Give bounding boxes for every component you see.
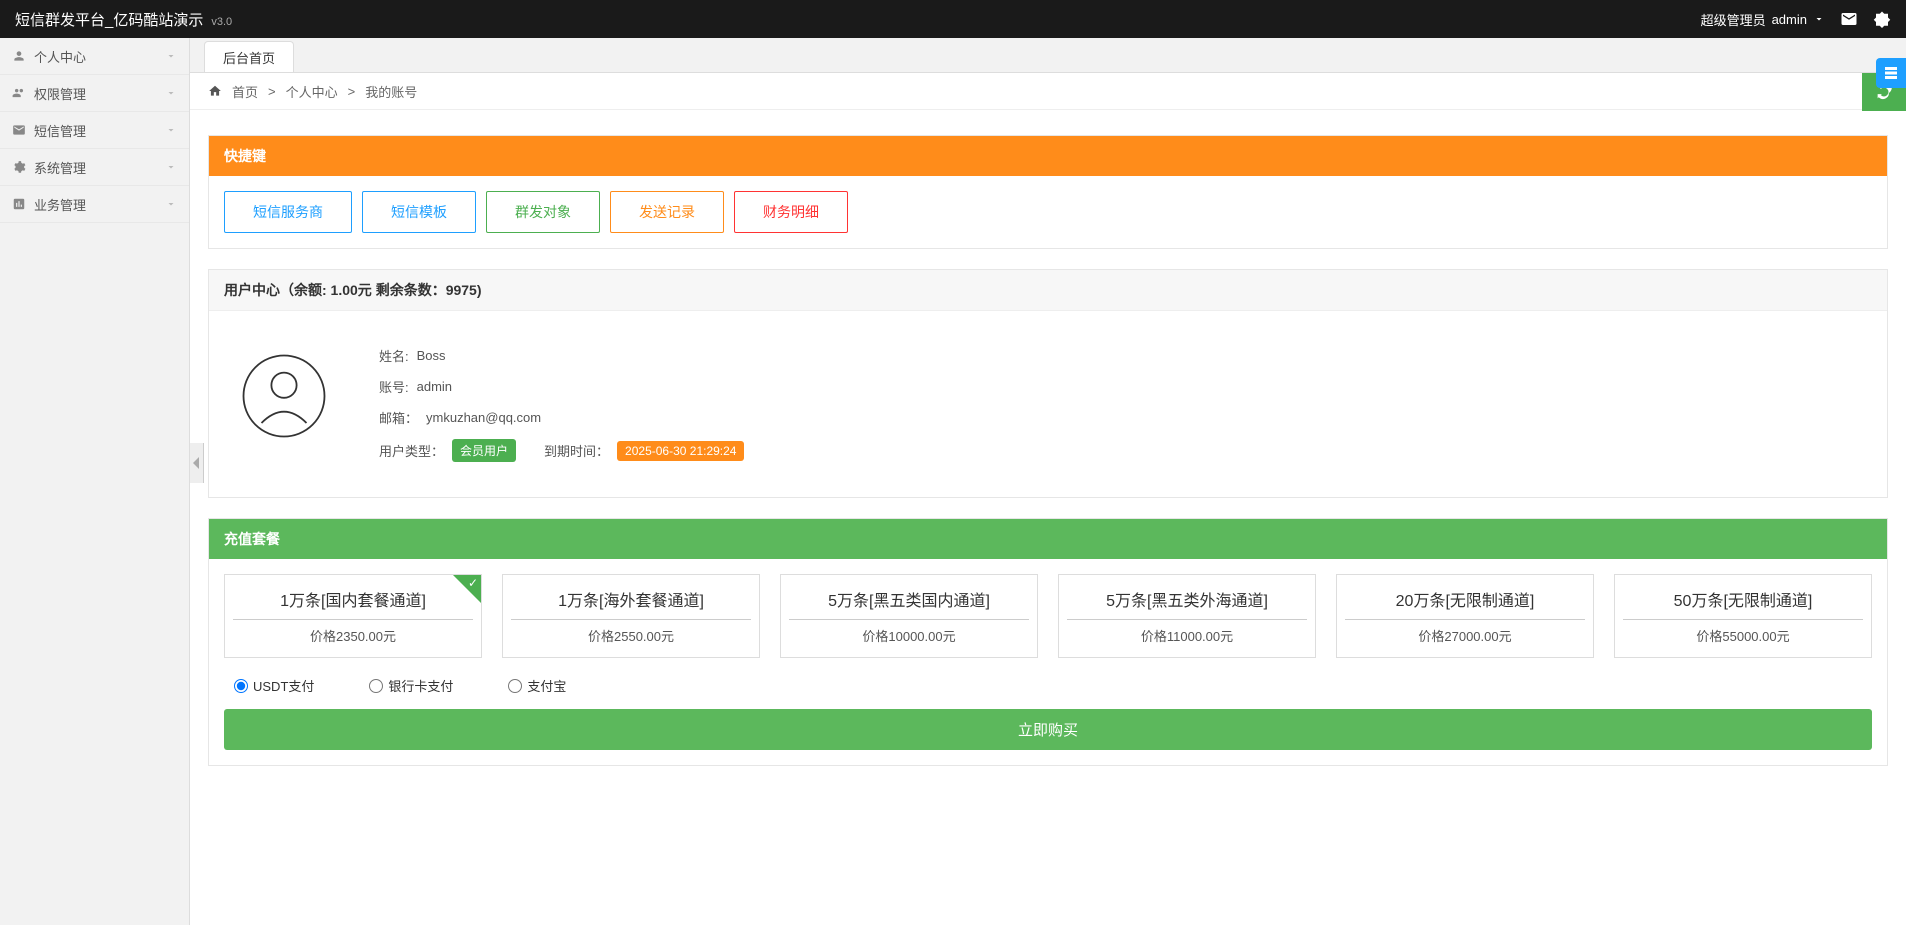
user-panel: 用户中心（余额: 1.00元 剩余条数：9975) 姓名:Boss 账号:adm…	[208, 269, 1888, 498]
pay-method[interactable]: USDT支付	[234, 676, 314, 695]
plan-title: 1万条[国内套餐通道]	[233, 587, 473, 620]
breadcrumb: 首页 > 个人中心 > 我的账号	[190, 72, 1906, 110]
sidebar-item-label: 个人中心	[34, 47, 86, 66]
quick-panel: 快捷键 短信服务商短信模板群发对象发送记录财务明细	[208, 135, 1888, 249]
home-icon	[208, 84, 222, 98]
sidebar-item[interactable]: 系统管理	[0, 149, 189, 186]
plans-panel: 充值套餐 1万条[国内套餐通道] 价格2350.00元 1万条[海外套餐通道] 价格2…	[208, 518, 1888, 766]
user-name-value: Boss	[417, 348, 446, 363]
sidebar-item[interactable]: 短信管理	[0, 112, 189, 149]
sidebar-item-label: 权限管理	[34, 84, 86, 103]
user-panel-title: 用户中心（余额: 1.00元 剩余条数：9975)	[209, 270, 1887, 311]
pay-radio[interactable]	[234, 679, 248, 693]
breadcrumb-home-text[interactable]: 首页	[232, 82, 258, 101]
plan-price: 价格2350.00元	[233, 626, 473, 645]
user-account-value: admin	[417, 379, 452, 394]
plan-title: 5万条[黑五类外海通道]	[1067, 587, 1307, 620]
chevron-down-icon	[165, 198, 177, 210]
menu-item-icon	[12, 160, 26, 174]
plan-card[interactable]: 5万条[黑五类国内通道] 价格10000.00元	[780, 574, 1038, 658]
plan-title: 1万条[海外套餐通道]	[511, 587, 751, 620]
user-type-badge: 会员用户	[452, 439, 516, 462]
plan-price: 价格2550.00元	[511, 626, 751, 645]
menu-item-icon	[12, 86, 26, 100]
theme-icon[interactable]	[1873, 10, 1891, 28]
quick-button[interactable]: 群发对象	[486, 191, 600, 233]
menu-item-icon	[12, 197, 26, 211]
plan-title: 20万条[无限制通道]	[1345, 587, 1585, 620]
pay-method[interactable]: 支付宝	[508, 676, 566, 695]
avatar	[234, 346, 334, 446]
breadcrumb-level1[interactable]: 个人中心	[286, 82, 338, 101]
app-title: 短信群发平台_亿码酷站演示	[15, 9, 203, 30]
sidebar-item[interactable]: 业务管理	[0, 186, 189, 223]
plan-price: 价格55000.00元	[1623, 626, 1863, 645]
expire-badge: 2025-06-30 21:29:24	[617, 441, 744, 461]
chevron-down-icon	[165, 124, 177, 136]
user-name: admin	[1772, 12, 1807, 27]
sidebar: 个人中心权限管理短信管理系统管理业务管理	[0, 38, 190, 925]
sidebar-item-label: 系统管理	[34, 158, 86, 177]
buy-button[interactable]: 立即购买	[224, 709, 1872, 750]
tabs-row: 后台首页	[190, 38, 1906, 72]
pay-radio[interactable]	[369, 679, 383, 693]
sidebar-item-label: 短信管理	[34, 121, 86, 140]
sidebar-item-label: 业务管理	[34, 195, 86, 214]
main-content: 后台首页 首页 > 个人中心 > 我的账号 快捷键 短信服务商短信模板群发对象发…	[190, 38, 1906, 925]
app-version: v3.0	[211, 16, 232, 28]
tab-home[interactable]: 后台首页	[204, 41, 294, 73]
plan-price: 价格27000.00元	[1345, 626, 1585, 645]
plan-card[interactable]: 1万条[国内套餐通道] 价格2350.00元	[224, 574, 482, 658]
floating-helper-badge[interactable]	[1876, 58, 1906, 88]
chevron-down-icon	[165, 161, 177, 173]
plan-title: 50万条[无限制通道]	[1623, 587, 1863, 620]
user-email-value: ymkuzhan@qq.com	[426, 410, 541, 425]
mail-icon[interactable]	[1840, 10, 1858, 28]
user-menu[interactable]: 超级管理员 admin	[1701, 10, 1825, 29]
menu-item-icon	[12, 123, 26, 137]
chevron-down-icon	[1813, 13, 1825, 25]
chevron-down-icon	[165, 50, 177, 62]
quick-button[interactable]: 财务明细	[734, 191, 848, 233]
plans-panel-title: 充值套餐	[209, 519, 1887, 559]
quick-button[interactable]: 发送记录	[610, 191, 724, 233]
quick-panel-title: 快捷键	[209, 136, 1887, 176]
quick-button[interactable]: 短信模板	[362, 191, 476, 233]
quick-button[interactable]: 短信服务商	[224, 191, 352, 233]
chevron-down-icon	[165, 87, 177, 99]
pay-radio[interactable]	[508, 679, 522, 693]
pay-method[interactable]: 银行卡支付	[369, 676, 453, 695]
menu-item-icon	[12, 49, 26, 63]
plan-card[interactable]: 20万条[无限制通道] 价格27000.00元	[1336, 574, 1594, 658]
sidebar-collapse-handle[interactable]	[190, 443, 204, 483]
breadcrumb-level2: 我的账号	[365, 82, 417, 101]
plan-title: 5万条[黑五类国内通道]	[789, 587, 1029, 620]
plan-card[interactable]: 1万条[海外套餐通道] 价格2550.00元	[502, 574, 760, 658]
plan-price: 价格10000.00元	[789, 626, 1029, 645]
plan-price: 价格11000.00元	[1067, 626, 1307, 645]
sidebar-item[interactable]: 个人中心	[0, 38, 189, 75]
sidebar-item[interactable]: 权限管理	[0, 75, 189, 112]
user-role: 超级管理员	[1701, 10, 1766, 29]
plan-card[interactable]: 5万条[黑五类外海通道] 价格11000.00元	[1058, 574, 1316, 658]
plan-card[interactable]: 50万条[无限制通道] 价格55000.00元	[1614, 574, 1872, 658]
top-bar: 短信群发平台_亿码酷站演示 v3.0 超级管理员 admin	[0, 0, 1906, 38]
